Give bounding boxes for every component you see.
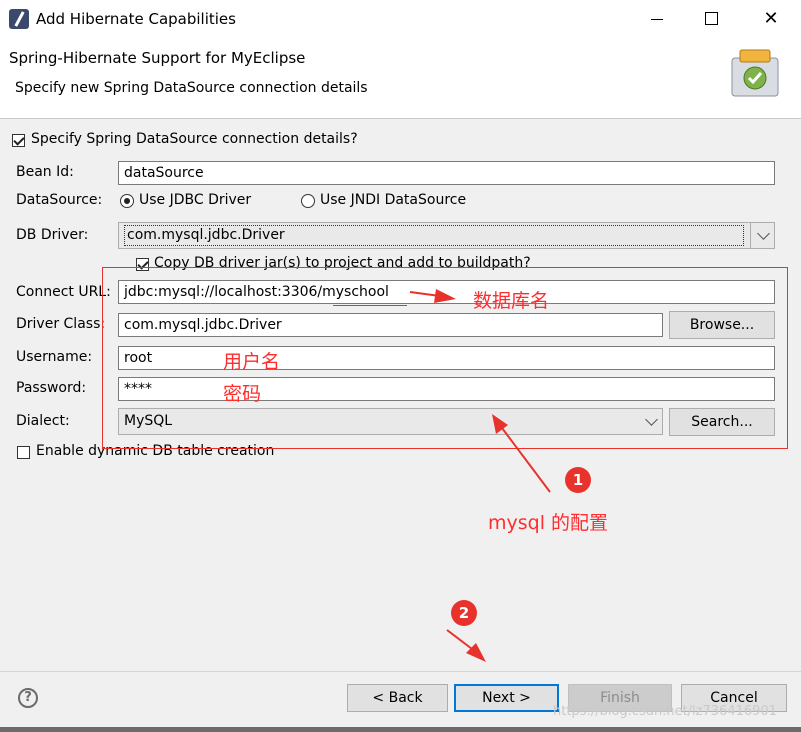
- back-button[interactable]: < Back: [347, 684, 448, 712]
- next-button[interactable]: Next >: [454, 684, 559, 712]
- watermark-text: https://blog.csdn.net/lz736416901: [553, 704, 777, 719]
- annotation-mysql-config: mysql 的配置: [488, 512, 609, 534]
- annotation-arrows: [409, 289, 551, 662]
- footer-separator: [0, 671, 801, 672]
- annotation-badge-2: 2: [451, 600, 477, 626]
- arrowhead-icon: [434, 289, 456, 303]
- annotation-badge-1: 1: [565, 467, 591, 493]
- arrowhead-icon: [492, 414, 508, 434]
- taskbar-edge: [0, 727, 801, 732]
- arrow-to-dialect: [501, 427, 551, 493]
- annotation-password: 密码: [223, 383, 262, 405]
- help-icon[interactable]: ?: [18, 688, 38, 708]
- annotation-database-name: 数据库名: [473, 290, 550, 312]
- annotation-username: 用户名: [223, 351, 281, 373]
